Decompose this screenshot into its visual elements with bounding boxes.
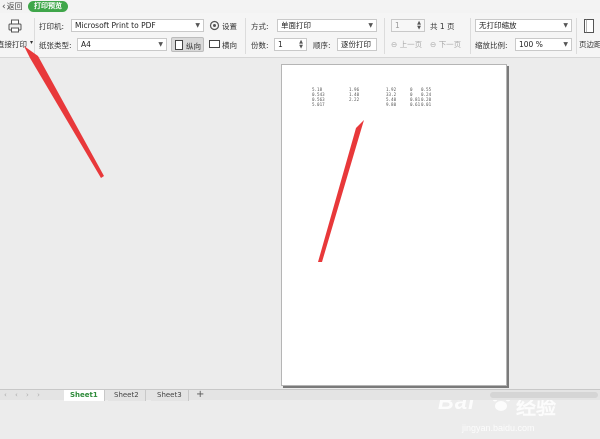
zoom-select[interactable]: 100 % ▼ — [515, 38, 572, 51]
sheet-tab-3[interactable]: Sheet3 — [151, 390, 189, 401]
page-number-value: 1 — [395, 21, 400, 30]
portrait-button[interactable]: 纵向 — [171, 37, 204, 52]
chevron-down-icon: ▼ — [368, 22, 373, 29]
zoom-label: 缩放比例: — [475, 41, 508, 50]
next-page-button[interactable]: ⊖ 下一页 — [430, 39, 461, 50]
chevron-down-icon: ▼ — [158, 41, 163, 48]
settings-button[interactable]: 设置 — [208, 19, 242, 32]
horizontal-scrollbar[interactable] — [490, 392, 598, 398]
gear-icon — [209, 20, 220, 31]
arrow-left-circle-icon: ⊖ — [391, 40, 398, 49]
zoom-value: 100 % — [519, 40, 543, 49]
prev-page-button[interactable]: ⊖ 上一页 — [391, 39, 422, 50]
back-button[interactable]: ‹返回 — [2, 1, 23, 12]
add-sheet-button[interactable]: + — [196, 389, 204, 400]
margins-button[interactable]: 页边距 — [578, 15, 600, 55]
portrait-page-icon — [175, 40, 183, 50]
copies-label: 份数: — [251, 41, 269, 50]
paper-value: A4 — [81, 40, 91, 49]
print-preview-tab[interactable]: 打印预览 — [28, 1, 68, 12]
prev-page-label: 上一页 — [399, 40, 423, 49]
dropdown-icon[interactable]: ▾ — [30, 39, 33, 46]
printer-label: 打印机: — [39, 22, 65, 31]
printer-select[interactable]: Microsoft Print to PDF ▼ — [71, 19, 204, 32]
page-preview: 5.18 1.96 1.92 0 0.55 0.543 1.40 33.2 0 … — [281, 64, 507, 386]
sheet-tab-1[interactable]: Sheet1 — [64, 390, 105, 401]
chevron-down-icon: ▼ — [563, 22, 568, 29]
chevron-down-icon: ▼ — [563, 41, 568, 48]
chevron-left-icon: ‹ — [2, 2, 6, 12]
spin-icon[interactable]: ▲ ▼ — [299, 40, 303, 50]
direct-print-label: 直接打印 — [0, 40, 27, 49]
total-pages: 共 1 页 — [430, 22, 455, 31]
scale-mode-select[interactable]: 无打印缩放 ▼ — [475, 19, 572, 32]
portrait-label: 纵向 — [186, 42, 201, 51]
landscape-page-icon — [209, 40, 220, 48]
order-select[interactable]: 逐份打印 — [337, 38, 377, 51]
title-bar: ‹返回 打印预览 — [0, 0, 600, 13]
page-cell: 9.80 — [386, 102, 397, 107]
page-cell: 2.22 — [349, 97, 360, 102]
next-page-label: 下一页 — [438, 40, 462, 49]
copies-value: 1 — [278, 40, 283, 49]
sheet-nav-icon[interactable]: ‹ ‹ › › — [4, 390, 43, 401]
arrow-right-circle-icon: ⊖ — [430, 40, 437, 49]
separator — [34, 18, 35, 54]
margins-label: 页边距 — [579, 40, 600, 49]
page-cell: 0.01 — [421, 102, 432, 107]
paper-type-select[interactable]: A4 ▼ — [77, 38, 167, 51]
print-mode-value: 单面打印 — [281, 21, 311, 30]
sheet-bar: ‹ ‹ › › Sheet1 Sheet2 Sheet3 + — [0, 389, 600, 401]
print-toolbar: 直接打印 ▾ 打印机: Microsoft Print to PDF ▼ 设置 … — [0, 13, 600, 58]
page-number-input[interactable]: 1 ▲ ▼ — [391, 19, 425, 32]
chevron-down-icon: ▼ — [195, 22, 200, 29]
preview-area: 5.18 1.96 1.92 0 0.55 0.543 1.40 33.2 0 … — [0, 59, 600, 433]
watermark-url: jingyan.baidu.com — [462, 423, 535, 433]
printer-value: Microsoft Print to PDF — [75, 21, 156, 30]
print-mode-label: 方式: — [251, 22, 269, 31]
landscape-button[interactable]: 横向 — [208, 38, 242, 51]
direct-print-button[interactable]: 直接打印 ▾ — [0, 15, 34, 55]
print-mode-select[interactable]: 单面打印 ▼ — [277, 19, 377, 32]
page-margins-icon — [584, 19, 594, 33]
sheet-tab-2[interactable]: Sheet2 — [108, 390, 146, 401]
separator — [470, 18, 471, 54]
copies-stepper[interactable]: 1 ▲ ▼ — [274, 38, 307, 51]
separator — [576, 18, 577, 54]
back-label: 返回 — [6, 2, 23, 11]
order-value: 逐份打印 — [341, 40, 371, 49]
scale-mode-value: 无打印缩放 — [479, 21, 517, 30]
separator — [384, 18, 385, 54]
page-cell: 0.61 — [410, 102, 421, 107]
spin-icon[interactable]: ▲ ▼ — [417, 21, 421, 31]
page-cell: 5.017 — [312, 102, 325, 107]
paper-type-label: 纸张类型: — [39, 41, 72, 50]
order-label: 顺序: — [313, 41, 331, 50]
printer-icon — [8, 19, 22, 33]
settings-label: 设置 — [222, 22, 237, 31]
separator — [245, 18, 246, 54]
landscape-label: 横向 — [222, 41, 237, 50]
